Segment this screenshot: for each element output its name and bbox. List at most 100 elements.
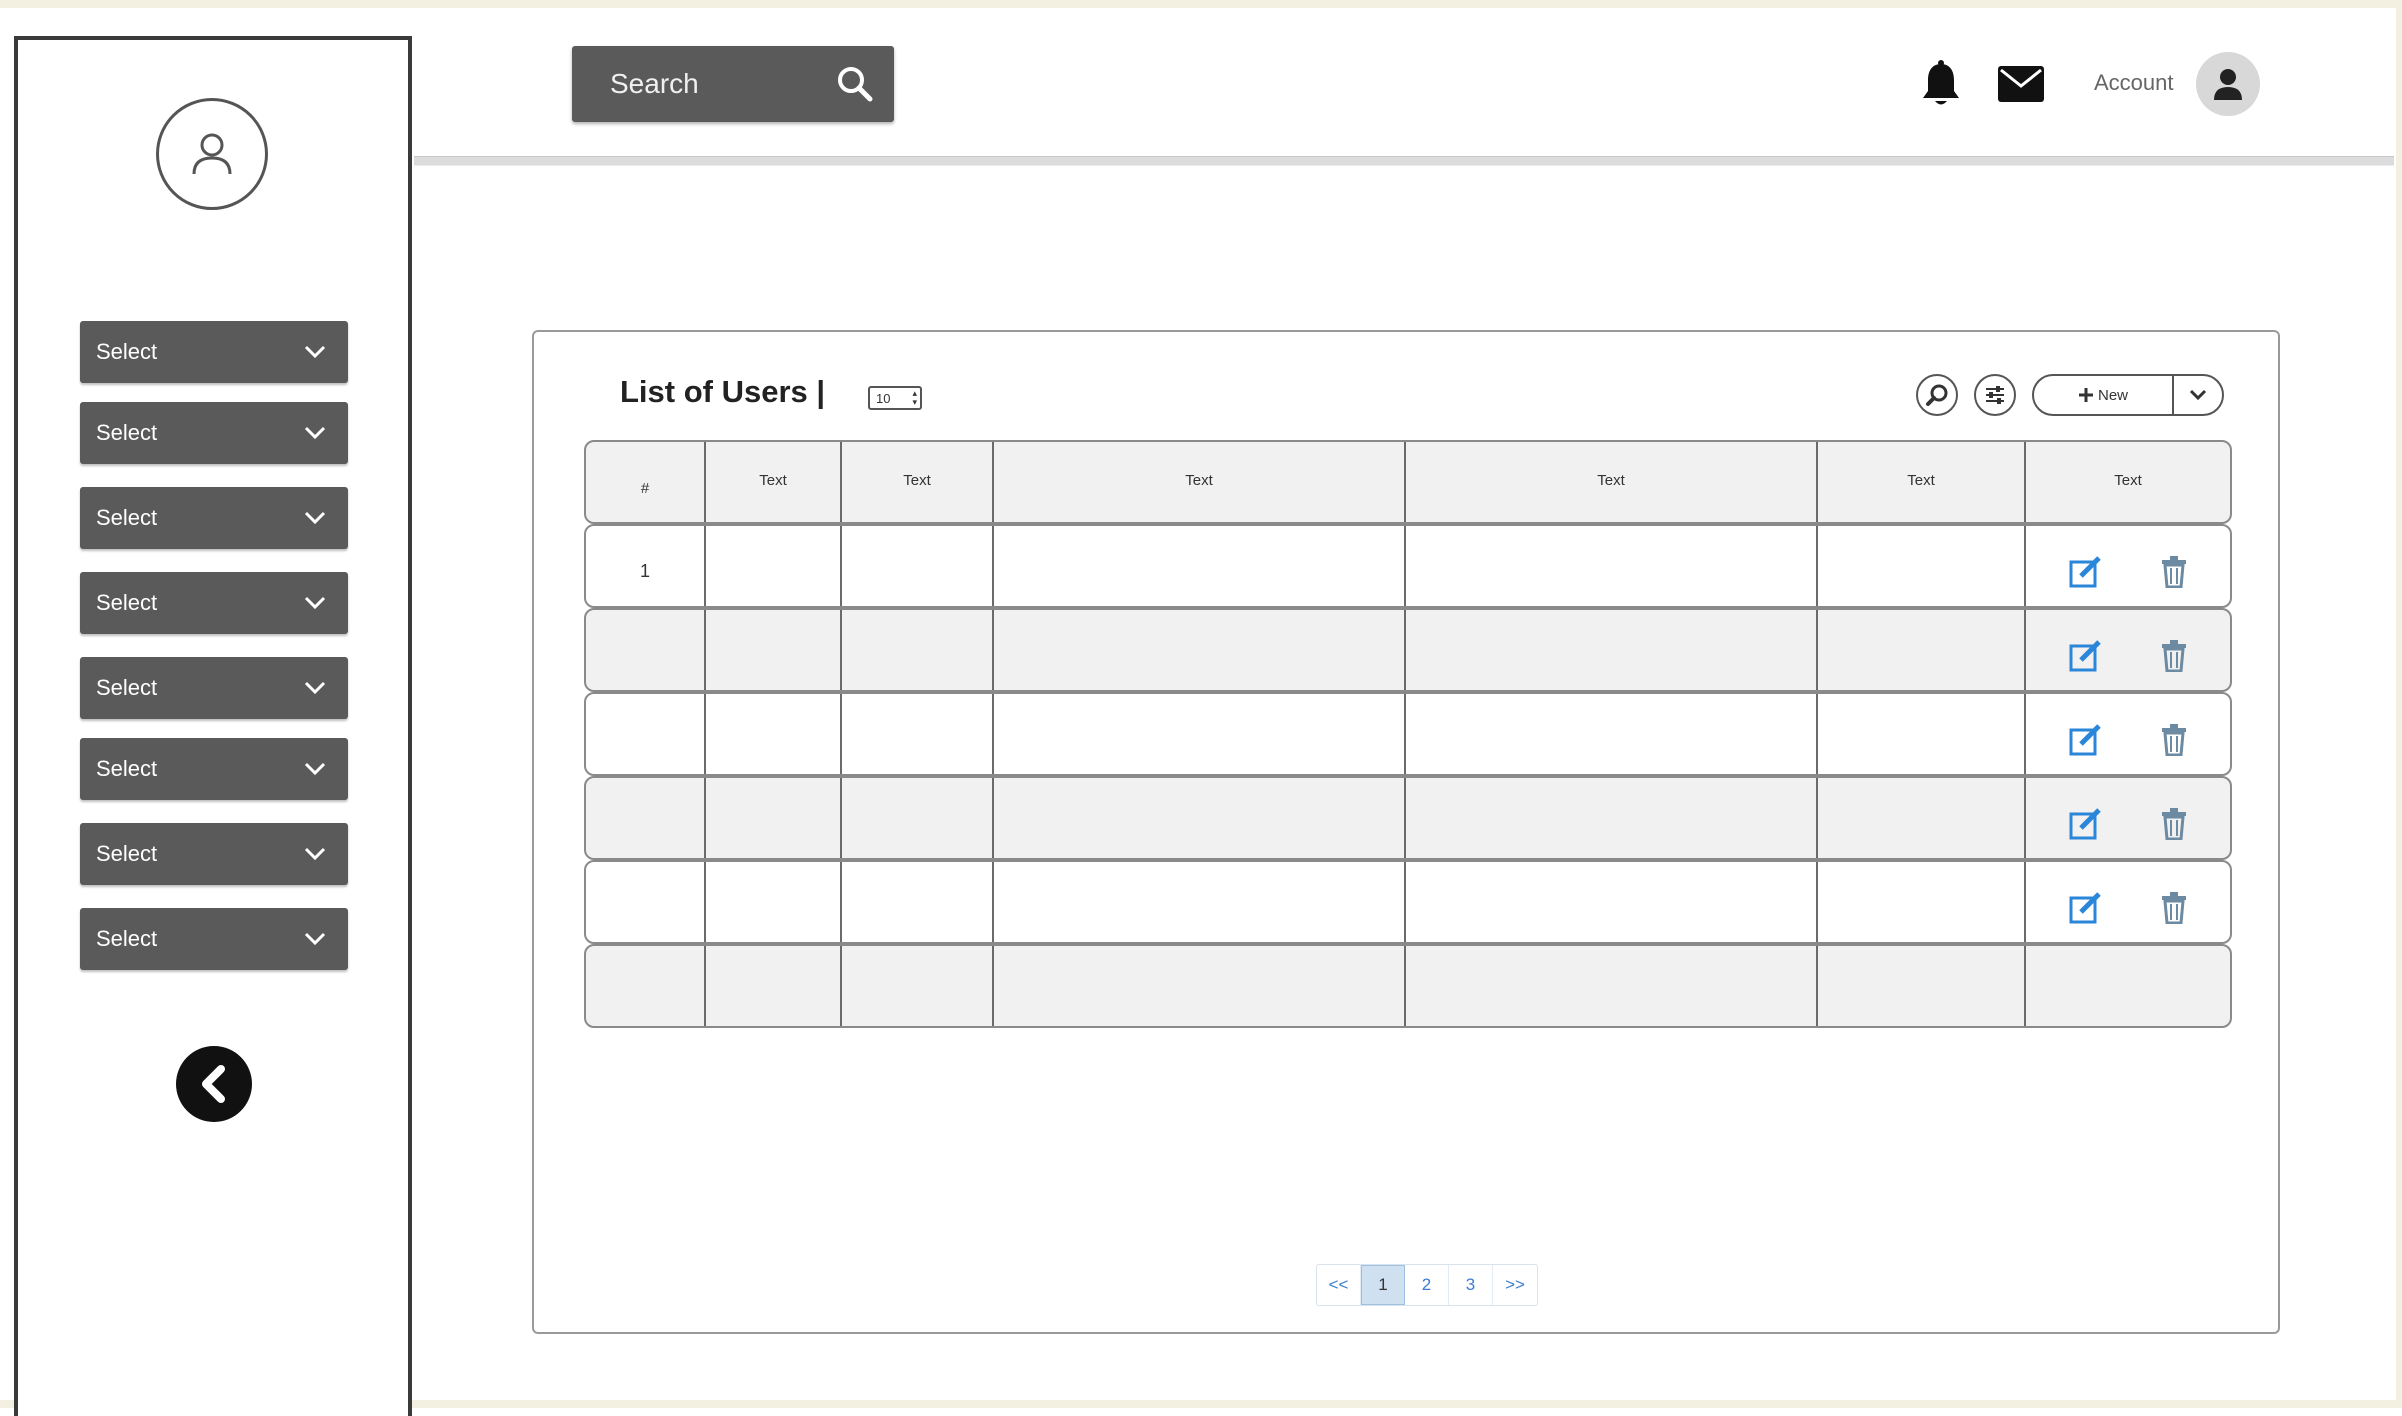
table-row[interactable] bbox=[584, 944, 2232, 1028]
profile-avatar[interactable] bbox=[156, 98, 268, 210]
search-icon[interactable] bbox=[836, 65, 874, 103]
magnifier-icon bbox=[1926, 384, 1948, 406]
plus-icon bbox=[2078, 388, 2093, 402]
table-cell bbox=[1818, 694, 2026, 774]
sidebar-select-1[interactable]: Select bbox=[80, 321, 348, 383]
table-cell bbox=[1818, 610, 2026, 690]
table-cell bbox=[706, 526, 842, 606]
row-index bbox=[586, 610, 706, 690]
table-cell bbox=[1818, 862, 2026, 942]
new-button-label: New bbox=[2097, 386, 2128, 404]
sidebar: Select Select Select Select Select Selec… bbox=[14, 36, 412, 1416]
pagination-first[interactable]: << bbox=[1317, 1265, 1361, 1305]
table-cell bbox=[1406, 778, 1818, 858]
bell-icon[interactable] bbox=[1920, 60, 1962, 108]
table-cell bbox=[2026, 946, 2230, 1026]
trash-icon[interactable] bbox=[2161, 556, 2187, 588]
sidebar-select-7[interactable]: Select bbox=[80, 823, 348, 885]
account-avatar[interactable] bbox=[2196, 52, 2260, 116]
users-panel: List of Users | 10 ▴ ▾ New # Text Text T… bbox=[532, 330, 2280, 1334]
chevron-down-icon bbox=[304, 596, 326, 610]
search-bar[interactable] bbox=[572, 46, 894, 122]
trash-icon[interactable] bbox=[2161, 892, 2187, 924]
edit-icon[interactable] bbox=[2069, 640, 2103, 672]
chevron-down-icon bbox=[304, 932, 326, 946]
spinner-arrows-icon[interactable]: ▴ ▾ bbox=[912, 389, 917, 407]
table-row[interactable]: 1 bbox=[584, 524, 2232, 608]
pagination-last[interactable]: >> bbox=[1493, 1265, 1537, 1305]
table-cell bbox=[994, 610, 1406, 690]
table-cell bbox=[842, 694, 994, 774]
new-button[interactable]: New bbox=[2034, 376, 2172, 414]
column-header[interactable]: Text bbox=[842, 442, 994, 522]
filter-tool-button[interactable] bbox=[1974, 374, 2016, 416]
sidebar-select-2[interactable]: Select bbox=[80, 402, 348, 464]
table-cell bbox=[1406, 610, 1818, 690]
sidebar-select-5[interactable]: Select bbox=[80, 657, 348, 719]
row-actions bbox=[2026, 862, 2230, 942]
column-header[interactable]: Text bbox=[2026, 442, 2230, 522]
table-cell bbox=[842, 778, 994, 858]
table-row[interactable] bbox=[584, 860, 2232, 944]
select-label: Select bbox=[96, 926, 158, 951]
table-cell bbox=[1818, 946, 2026, 1026]
edit-icon[interactable] bbox=[2069, 724, 2103, 756]
select-label: Select bbox=[96, 756, 158, 781]
collapse-sidebar-button[interactable] bbox=[176, 1046, 252, 1122]
column-header-index[interactable]: # bbox=[586, 442, 706, 522]
table-cell bbox=[706, 862, 842, 942]
new-dropdown-toggle[interactable] bbox=[2172, 376, 2222, 414]
column-header[interactable]: Text bbox=[1406, 442, 1818, 522]
table-cell bbox=[1406, 694, 1818, 774]
pagination-page-1[interactable]: 1 bbox=[1361, 1265, 1405, 1305]
sidebar-select-6[interactable]: Select bbox=[80, 738, 348, 800]
pagination-page-2[interactable]: 2 bbox=[1405, 1265, 1449, 1305]
table-cell bbox=[842, 946, 994, 1026]
new-button-group: New bbox=[2032, 374, 2224, 416]
search-tool-button[interactable] bbox=[1916, 374, 1958, 416]
sidebar-select-8[interactable]: Select bbox=[80, 908, 348, 970]
chevron-down-icon bbox=[304, 847, 326, 861]
table-cell bbox=[1406, 526, 1818, 606]
trash-icon[interactable] bbox=[2161, 640, 2187, 672]
sliders-icon bbox=[1986, 386, 2004, 404]
select-label: Select bbox=[96, 505, 158, 530]
table-cell bbox=[706, 778, 842, 858]
column-header[interactable]: Text bbox=[1818, 442, 2026, 522]
table-header-row: # Text Text Text Text Text Text bbox=[584, 440, 2232, 524]
table-row[interactable] bbox=[584, 608, 2232, 692]
sidebar-select-4[interactable]: Select bbox=[80, 572, 348, 634]
chevron-down-icon bbox=[304, 345, 326, 359]
edit-icon[interactable] bbox=[2069, 892, 2103, 924]
users-table: # Text Text Text Text Text Text 1 bbox=[584, 440, 2232, 1030]
search-input[interactable] bbox=[608, 67, 812, 101]
select-label: Select bbox=[96, 339, 158, 364]
table-cell bbox=[994, 778, 1406, 858]
table-cell bbox=[994, 946, 1406, 1026]
account-label[interactable]: Account bbox=[2094, 70, 2174, 96]
chevron-down-icon bbox=[304, 426, 326, 440]
trash-icon[interactable] bbox=[2161, 724, 2187, 756]
mail-icon[interactable] bbox=[1998, 66, 2044, 102]
row-index bbox=[586, 694, 706, 774]
column-header[interactable]: Text bbox=[706, 442, 842, 522]
user-outline-icon bbox=[192, 133, 232, 175]
column-header[interactable]: Text bbox=[994, 442, 1406, 522]
table-cell bbox=[994, 862, 1406, 942]
table-row[interactable] bbox=[584, 776, 2232, 860]
row-index bbox=[586, 862, 706, 942]
table-cell bbox=[842, 610, 994, 690]
edit-icon[interactable] bbox=[2069, 808, 2103, 840]
row-actions bbox=[2026, 610, 2230, 690]
edit-icon[interactable] bbox=[2069, 556, 2103, 588]
sidebar-select-3[interactable]: Select bbox=[80, 487, 348, 549]
trash-icon[interactable] bbox=[2161, 808, 2187, 840]
table-row[interactable] bbox=[584, 692, 2232, 776]
select-label: Select bbox=[96, 590, 158, 615]
table-cell bbox=[1406, 946, 1818, 1026]
pagination: << 1 2 3 >> bbox=[1316, 1264, 1538, 1306]
page-size-stepper[interactable]: 10 ▴ ▾ bbox=[868, 386, 922, 410]
page-size-value: 10 bbox=[876, 390, 891, 406]
pagination-page-3[interactable]: 3 bbox=[1449, 1265, 1493, 1305]
table-cell bbox=[842, 526, 994, 606]
